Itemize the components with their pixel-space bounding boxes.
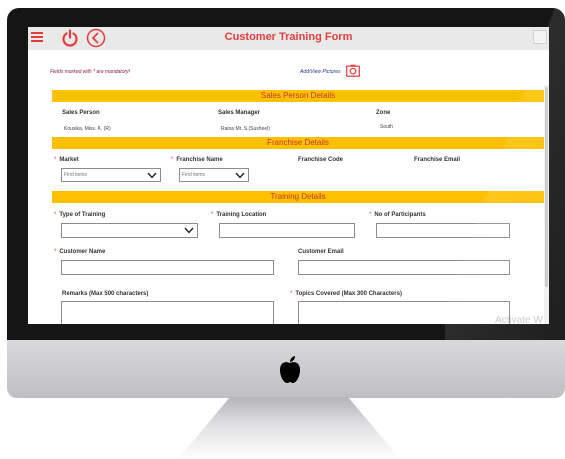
market-label: * Market [54, 157, 79, 163]
sales-manager-value: Raina Mr. S.(Susheel) [221, 126, 270, 132]
type-of-training-dropdown[interactable] [61, 223, 198, 238]
top-bar: Customer Training Form [28, 27, 549, 50]
app-screen: Customer Training Form Fields marked wit… [28, 27, 549, 324]
zone-value: South [380, 124, 394, 130]
activate-windows-watermark: Activate W [495, 315, 543, 324]
training-section-header: Training Details [52, 191, 544, 203]
customer-name-label-text: Customer Name [59, 249, 106, 255]
remarks-textarea[interactable] [61, 301, 274, 324]
customer-name-label: * Customer Name [54, 249, 105, 255]
apple-logo [280, 356, 300, 383]
required-asterisk: * [211, 212, 214, 218]
market-label-text: Market [59, 157, 79, 163]
market-dropdown[interactable]: Find items [61, 168, 161, 182]
customer-name-input[interactable] [61, 260, 274, 275]
type-of-training-label: * Type of Training [54, 212, 105, 218]
training-location-label: * Training Location [211, 212, 266, 218]
franchise-name-dropdown-placeholder: Find items [182, 172, 206, 178]
required-asterisk: * [54, 212, 57, 218]
sales-person-label: Sales Person [62, 110, 100, 116]
franchise-email-label: Franchise Email [414, 157, 461, 163]
required-asterisk: * [54, 249, 57, 255]
zone-label: Zone [376, 110, 391, 116]
topics-covered-label-text: Topics Covered (Max 300 Characters) [295, 291, 402, 297]
franchise-name-dropdown[interactable]: Find items [179, 168, 249, 182]
training-location-input[interactable] [219, 223, 355, 238]
franchise-name-label: * Franchise Name [171, 157, 223, 163]
required-asterisk: * [369, 212, 372, 218]
training-location-label-text: Training Location [216, 212, 267, 218]
franchise-code-label: Franchise Code [298, 157, 344, 163]
franchise-name-label-text: Franchise Name [176, 157, 223, 163]
market-dropdown-placeholder: Find items [64, 172, 88, 178]
chevron-down-icon [235, 172, 245, 179]
required-asterisk: * [290, 291, 293, 297]
sales-manager-label: Sales Manager [218, 110, 261, 116]
chevron-down-icon [184, 227, 194, 234]
mandatory-note: Fields marked with * are mandatory! [50, 69, 131, 75]
participants-label-text: No of Participants [374, 212, 426, 218]
participants-label: * No of Participants [369, 212, 426, 218]
topics-covered-label: * Topics Covered (Max 300 Characters) [290, 291, 402, 297]
monitor-stand [178, 397, 400, 459]
camera-icon[interactable] [346, 64, 360, 77]
sales-person-value: Kousika, Miss. K. (R) [64, 126, 111, 132]
remarks-label: Remarks (Max 500 characters) [62, 291, 149, 297]
required-asterisk: * [54, 157, 57, 163]
scrollbar-thumb[interactable] [545, 87, 548, 287]
window-corner-button[interactable] [533, 30, 547, 44]
franchise-section-header: Franchise Details [52, 137, 544, 149]
type-of-training-label-text: Type of Training [59, 212, 106, 218]
chevron-down-icon [147, 172, 157, 179]
desktop-mockup: Customer Training Form Fields marked wit… [0, 0, 565, 459]
add-view-pictures-link[interactable]: Add/View Pictures [300, 69, 340, 75]
sales-person-section-header: Sales Person Details [52, 90, 544, 102]
topics-covered-textarea[interactable] [298, 301, 510, 324]
customer-email-label: Customer Email [298, 249, 344, 255]
required-asterisk: * [171, 157, 174, 163]
participants-input[interactable] [376, 223, 510, 238]
customer-email-input[interactable] [298, 260, 510, 275]
page-title: Customer Training Form [224, 31, 353, 43]
